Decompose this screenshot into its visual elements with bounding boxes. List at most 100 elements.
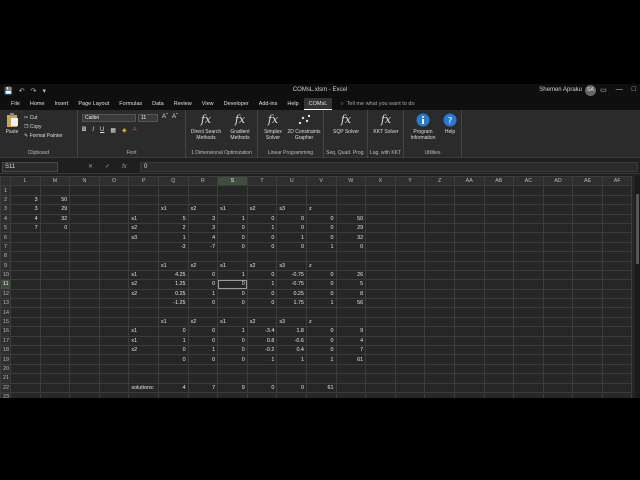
cell-m3[interactable]: 29 <box>39 204 71 215</box>
cell-x9[interactable] <box>365 260 396 271</box>
cell-u11[interactable]: -0.75 <box>276 279 307 290</box>
cell-o18[interactable] <box>98 345 130 356</box>
cell-af14[interactable] <box>601 307 633 318</box>
cell-ae19[interactable] <box>572 354 603 365</box>
cell-r17[interactable]: 0 <box>187 335 219 347</box>
cell-t19[interactable]: 1 <box>246 354 278 365</box>
cell-m14[interactable] <box>39 307 71 318</box>
cell-n10[interactable] <box>69 269 100 281</box>
cell-t18[interactable]: -0.2 <box>246 345 278 356</box>
cell-ad6[interactable] <box>542 232 574 243</box>
cell-ae11[interactable] <box>572 279 603 290</box>
cell-l19[interactable] <box>10 354 41 365</box>
column-header-q[interactable]: Q <box>157 175 189 187</box>
row-header-14[interactable]: 14 <box>0 307 11 318</box>
cell-ae4[interactable] <box>572 213 603 224</box>
cell-ae22[interactable] <box>572 382 603 394</box>
column-header-ad[interactable]: AD <box>542 175 574 187</box>
cell-q19[interactable]: 0 <box>157 354 189 365</box>
row-header-16[interactable]: 16 <box>0 326 11 337</box>
cell-n13[interactable] <box>69 298 100 309</box>
cell-aa9[interactable] <box>453 260 485 271</box>
cell-ab15[interactable] <box>483 316 515 328</box>
cell-p18[interactable]: x2 <box>128 345 159 356</box>
cell-r20[interactable] <box>187 363 219 375</box>
cell-r1[interactable] <box>187 185 219 196</box>
cell-z22[interactable] <box>424 382 455 394</box>
cell-p9[interactable] <box>128 260 159 271</box>
cell-y2[interactable] <box>394 194 426 206</box>
enter-icon[interactable]: ✓ <box>105 162 110 172</box>
cell-z16[interactable] <box>424 326 455 337</box>
cell-ab16[interactable] <box>483 326 515 337</box>
cell-af1[interactable] <box>601 185 633 196</box>
cell-ae7[interactable] <box>572 241 603 253</box>
format-painter-button[interactable]: ✎ Format Painter <box>24 132 63 141</box>
sqp-solver-button[interactable]: fx SQP Solver <box>328 113 364 135</box>
cell-o16[interactable] <box>98 326 130 337</box>
row-header-13[interactable]: 13 <box>0 298 11 309</box>
cell-z19[interactable] <box>424 354 455 365</box>
gradient-methods-button[interactable]: fx Gradient Methods <box>224 113 256 141</box>
cell-y13[interactable] <box>394 298 426 309</box>
cell-ac22[interactable] <box>513 382 544 394</box>
cell-af8[interactable] <box>601 251 633 262</box>
row-header-8[interactable]: 8 <box>0 251 11 262</box>
column-header-z[interactable]: Z <box>424 175 455 187</box>
cell-ac20[interactable] <box>513 363 544 375</box>
cell-q12[interactable]: 0.25 <box>157 288 189 300</box>
cell-m4[interactable]: 32 <box>39 213 71 224</box>
cell-ac6[interactable] <box>513 232 544 243</box>
cell-af5[interactable] <box>601 222 633 234</box>
cell-w21[interactable] <box>335 373 367 384</box>
cell-p21[interactable] <box>128 373 159 384</box>
cell-r10[interactable]: 0 <box>187 269 219 281</box>
cell-ae17[interactable] <box>572 335 603 347</box>
cell-q2[interactable] <box>157 194 189 206</box>
cell-q7[interactable]: -3 <box>157 241 189 253</box>
cell-r4[interactable]: 3 <box>187 213 219 224</box>
cell-u12[interactable]: 0.25 <box>276 288 307 300</box>
cell-s20[interactable] <box>217 363 248 375</box>
cell-ae13[interactable] <box>572 298 603 309</box>
cell-ab8[interactable] <box>483 251 515 262</box>
user-name[interactable]: Shemen Apraku <box>539 87 582 93</box>
cell-u18[interactable]: 0.4 <box>276 345 307 356</box>
cell-ac19[interactable] <box>513 354 544 365</box>
shrink-font-icon[interactable]: Aˇ <box>172 114 178 120</box>
cell-w15[interactable] <box>335 316 367 328</box>
cell-u10[interactable]: -0.75 <box>276 269 307 281</box>
cell-n18[interactable] <box>69 345 100 356</box>
cell-p20[interactable] <box>128 363 159 375</box>
minimize-icon[interactable]: — <box>616 86 623 94</box>
cell-t15[interactable]: s2 <box>246 316 278 328</box>
cell-x7[interactable] <box>365 241 396 253</box>
column-header-u[interactable]: U <box>276 175 307 187</box>
cell-ae14[interactable] <box>572 307 603 318</box>
cell-v20[interactable] <box>305 363 337 375</box>
cell-y3[interactable] <box>394 204 426 215</box>
cell-y18[interactable] <box>394 345 426 356</box>
cell-u6[interactable]: 1 <box>276 232 307 243</box>
cell-q17[interactable]: 1 <box>157 335 189 347</box>
cell-r21[interactable] <box>187 373 219 384</box>
cell-o22[interactable] <box>98 382 130 394</box>
cell-x11[interactable] <box>365 279 396 290</box>
cell-n21[interactable] <box>69 373 100 384</box>
cell-p3[interactable] <box>128 204 159 215</box>
cell-w14[interactable] <box>335 307 367 318</box>
row-header-15[interactable]: 15 <box>0 316 11 328</box>
direct-search-button[interactable]: fx Direct Search Methods <box>188 113 224 141</box>
cell-t7[interactable]: 0 <box>246 241 278 253</box>
cell-u15[interactable]: s3 <box>276 316 307 328</box>
cell-l7[interactable] <box>10 241 41 253</box>
cell-t3[interactable]: s2 <box>246 204 278 215</box>
cell-t2[interactable] <box>246 194 278 206</box>
row-header-7[interactable]: 7 <box>0 241 11 253</box>
cell-q9[interactable]: x1 <box>157 260 189 271</box>
cell-v16[interactable]: 0 <box>305 326 337 337</box>
cell-u20[interactable] <box>276 363 307 375</box>
cell-m18[interactable] <box>39 345 71 356</box>
cell-af12[interactable] <box>601 288 633 300</box>
tab-page-layout[interactable]: Page Layout <box>73 98 114 110</box>
